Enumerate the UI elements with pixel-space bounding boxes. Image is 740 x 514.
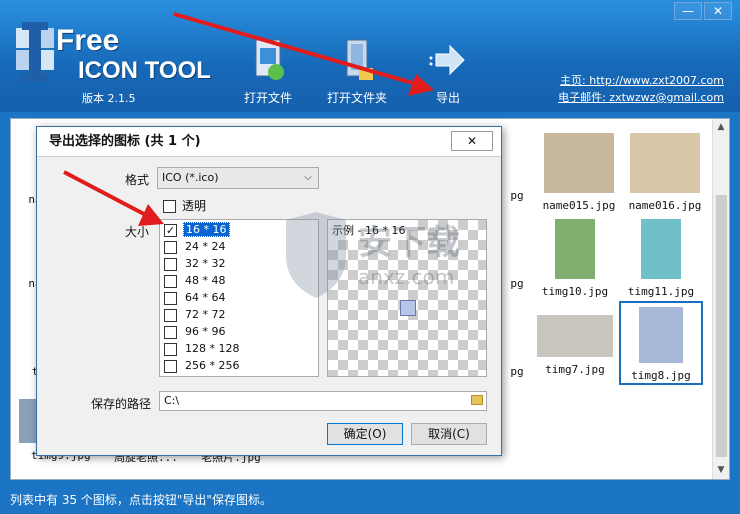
thumbnail-label: timg7.jpg [545, 363, 605, 376]
version-label: 版本 2.1.5 [82, 92, 136, 105]
watermark-text: anxz.com [358, 265, 454, 289]
dialog-title: 导出选择的图标 (共 1 个) [37, 127, 501, 157]
logo-free-text: Free [56, 24, 120, 57]
partial-label: pg [510, 189, 524, 202]
thumbnail-image [555, 219, 595, 279]
vertical-scrollbar[interactable]: ▲ ▼ [712, 119, 729, 479]
format-select[interactable]: ICO (*.ico) ⌵ [157, 167, 319, 189]
size-checkbox[interactable] [164, 240, 177, 254]
partial-label: pg [510, 365, 524, 378]
email-link[interactable]: 电子邮件: zxtwzwz@gmail.com [558, 89, 724, 106]
scroll-thumb[interactable] [716, 195, 727, 457]
size-item[interactable]: 256 * 256 [160, 358, 318, 375]
list-item[interactable]: timg7.jpg [535, 315, 615, 376]
thumbnail-image [641, 219, 681, 279]
size-checkbox[interactable] [164, 274, 177, 288]
window-controls: — ✕ [672, 2, 732, 20]
close-button[interactable]: ✕ [704, 2, 732, 20]
size-checkbox[interactable] [164, 308, 177, 322]
size-checkbox[interactable] [164, 325, 177, 339]
size-item[interactable]: 72 * 72 [160, 307, 318, 324]
logo-icon [16, 22, 54, 82]
scroll-down-icon[interactable]: ▼ [713, 462, 729, 479]
ok-button[interactable]: 确定(O) [327, 423, 403, 445]
thumbnail-image [630, 133, 700, 193]
format-value: ICO (*.ico) [162, 171, 219, 184]
thumbnail-label: timg8.jpg [631, 369, 691, 382]
path-label: 保存的路径 [91, 397, 152, 411]
thumbnail-label: name015.jpg [542, 199, 616, 212]
thumbnail-label: timg11.jpg [627, 285, 695, 298]
annotation-arrow-top [173, 12, 434, 96]
contact-links: 主页: http://www.zxt2007.com 电子邮件: zxtwzwz… [558, 72, 724, 106]
thumbnail-image [544, 133, 614, 193]
thumbnail-image [639, 307, 683, 363]
thumbnail-image [537, 315, 613, 357]
partial-label: pg [510, 277, 524, 290]
minimize-button[interactable]: — [674, 2, 702, 20]
list-item-selected[interactable]: timg8.jpg [619, 301, 703, 385]
size-checkbox[interactable] [164, 291, 177, 305]
watermark-logo: 安下载 anxz.com [286, 212, 460, 298]
transparent-label: 透明 [182, 199, 207, 213]
list-item[interactable]: timg10.jpg [535, 219, 615, 298]
cancel-button[interactable]: 取消(C) [411, 423, 487, 445]
folder-browse-icon[interactable] [471, 395, 483, 405]
thumbnail-label: name016.jpg [628, 199, 702, 212]
homepage-link[interactable]: 主页: http://www.zxt2007.com [558, 72, 724, 89]
size-checkbox[interactable] [164, 359, 177, 373]
list-item[interactable]: timg11.jpg [621, 219, 701, 298]
path-input[interactable]: C:\ [159, 391, 487, 411]
size-item[interactable]: 96 * 96 [160, 324, 318, 341]
annotation-arrow-dialog [63, 170, 164, 226]
svg-text:安下载: 安下载 [358, 223, 460, 263]
size-checkbox[interactable] [164, 342, 177, 356]
dialog-close-button[interactable]: ✕ [451, 131, 493, 151]
list-item[interactable]: name015.jpg [539, 133, 619, 212]
thumbnail-label: timg10.jpg [541, 285, 609, 298]
status-bar: 列表中有 35 个图标，点击按钮"导出"保存图标。 [0, 486, 740, 514]
size-checkbox[interactable] [164, 257, 177, 271]
path-value: C:\ [164, 394, 180, 407]
list-item[interactable]: name016.jpg [625, 133, 705, 212]
size-item[interactable]: 128 * 128 [160, 341, 318, 358]
chevron-down-icon: ⌵ [304, 172, 312, 183]
scroll-up-icon[interactable]: ▲ [713, 119, 729, 136]
